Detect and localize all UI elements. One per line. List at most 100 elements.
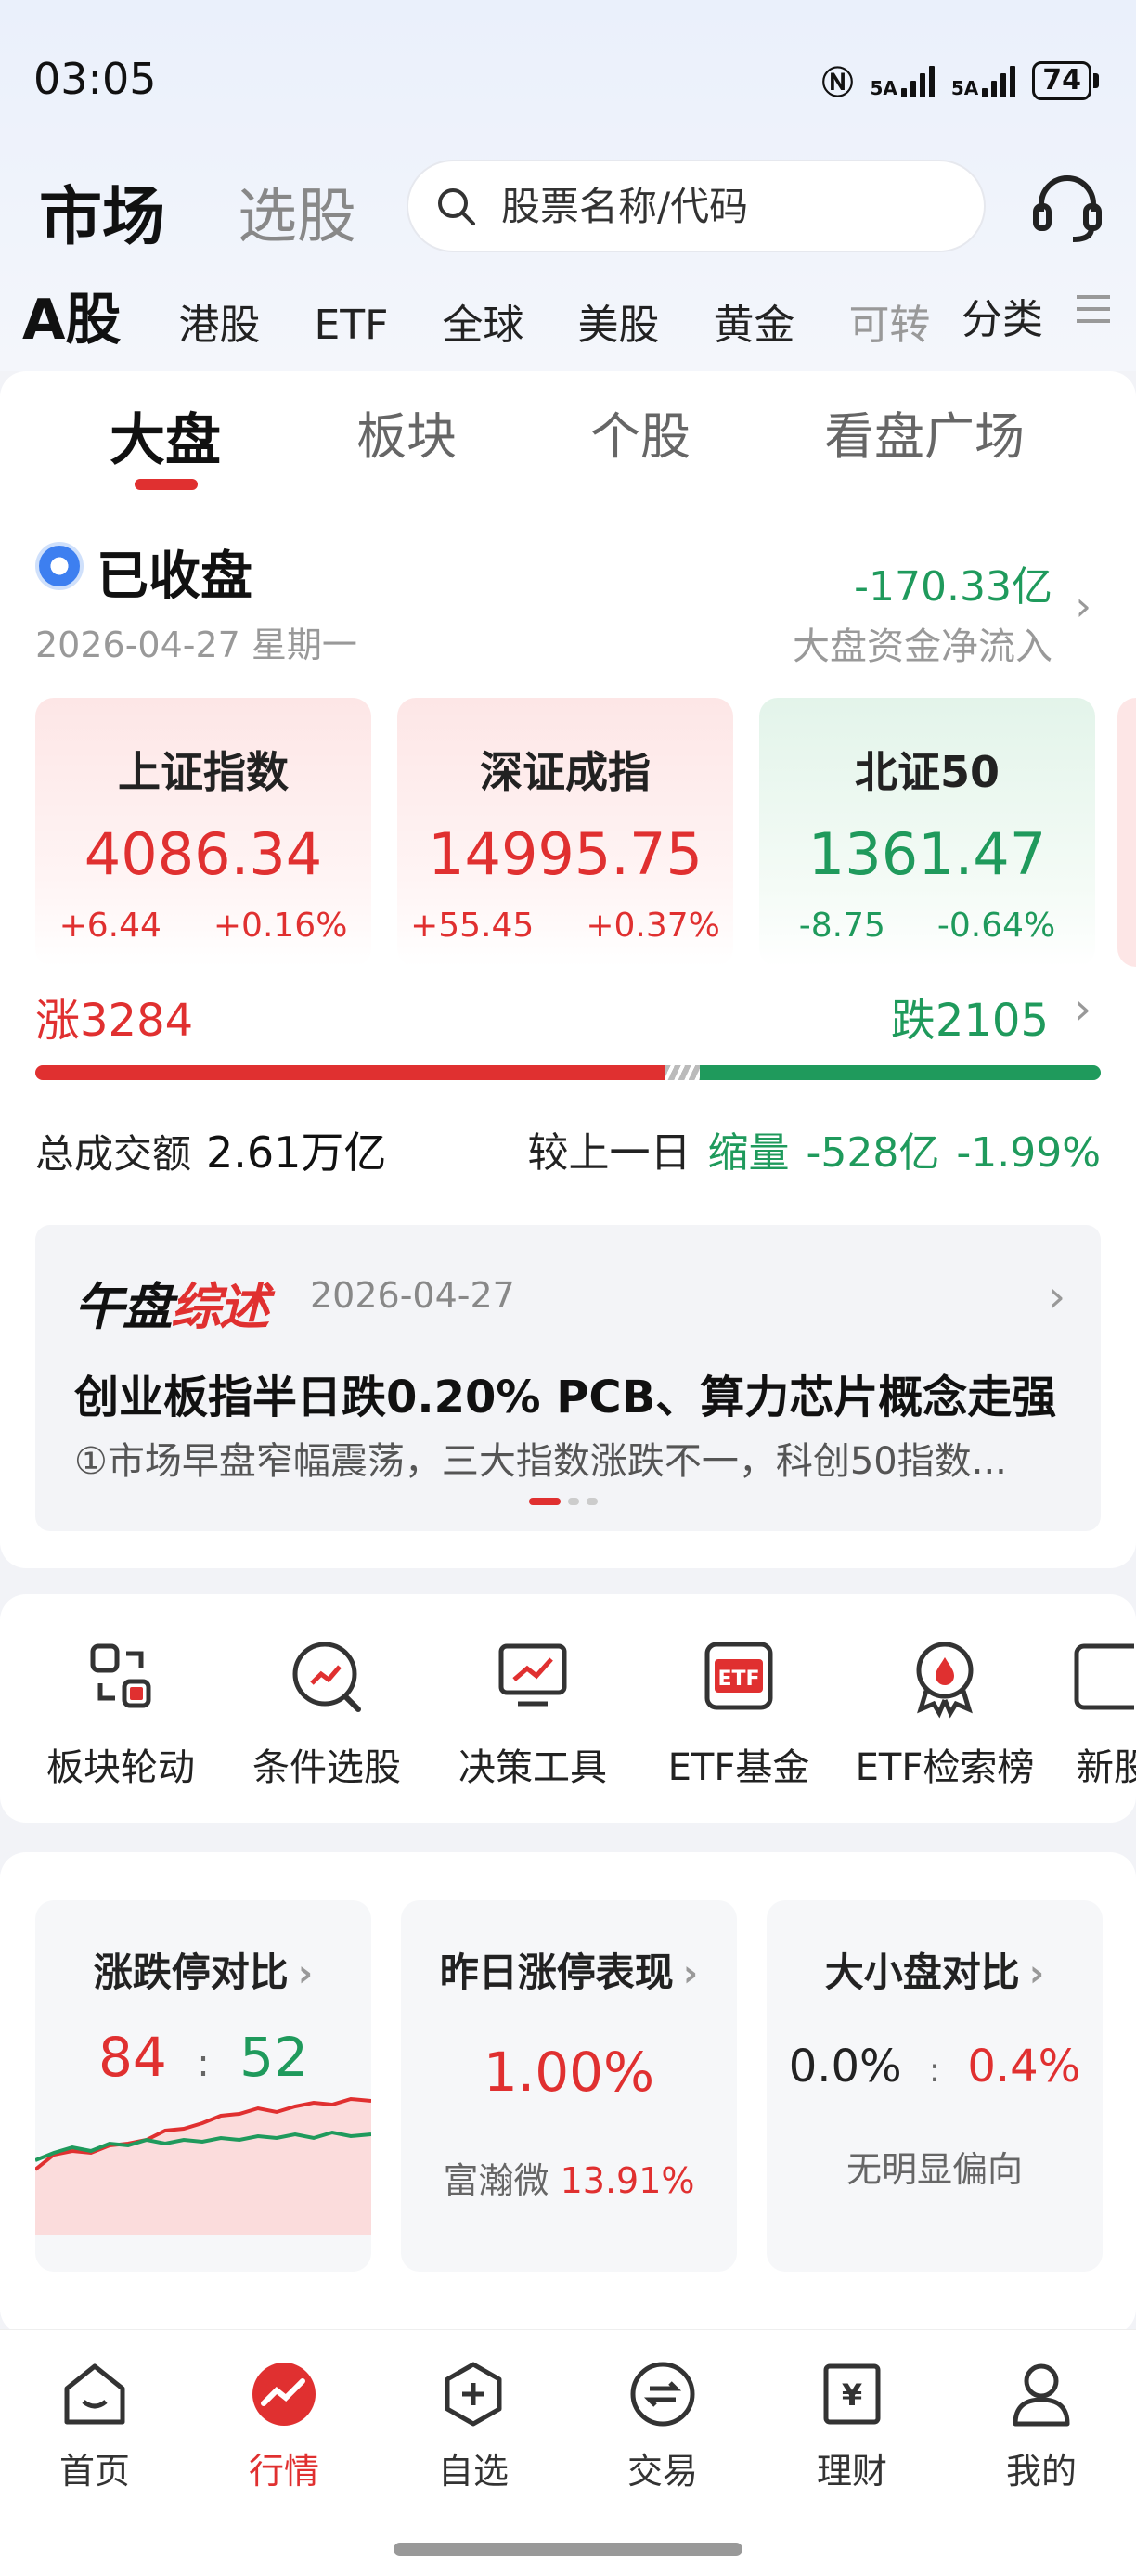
index-card-next-peek[interactable]	[1117, 698, 1136, 967]
nav-label: 首页	[58, 2451, 130, 2492]
news-title[interactable]: 创业板指半日跌0.20% PCB、算力芯片概念走强	[74, 1360, 1056, 1425]
tab-market[interactable]: 市场	[39, 165, 165, 257]
top-stock-pct: 13.91%	[560, 2160, 695, 2201]
news-date: 2026-04-27	[310, 1275, 515, 1316]
tool-label: 决策工具	[458, 1746, 607, 1789]
size-bias-note: 无明显偏向	[846, 2149, 1023, 2190]
battery-icon: 74	[1032, 60, 1091, 100]
turnover-value: 2.61万亿	[206, 1127, 387, 1178]
tool-new-stock[interactable]: 新股	[1049, 1633, 1136, 1791]
market-tab-gold[interactable]: 黄金	[713, 291, 794, 351]
signal-label-2: 5A	[950, 76, 979, 99]
tool-decision[interactable]: 决策工具	[431, 1633, 635, 1791]
new-stock-icon	[1074, 1643, 1134, 1710]
subtab-plaza[interactable]: 看盘广场	[824, 395, 1025, 469]
compare-label: 较上一日	[527, 1129, 691, 1177]
tool-etf-rank[interactable]: ETF检索榜	[843, 1633, 1047, 1791]
subtab-overview[interactable]: 大盘	[110, 395, 221, 476]
wealth-icon: ¥	[823, 2363, 881, 2425]
index-card-shanghai[interactable]: 上证指数 4086.34 +6.44 +0.16%	[35, 698, 371, 967]
etf-icon: ETF	[704, 1642, 773, 1710]
market-tab-hk[interactable]: 港股	[178, 291, 260, 351]
yesterday-limit-card[interactable]: 昨日涨停表现 › 1.00% 富瀚微 13.91%	[401, 1900, 737, 2272]
nfc-icon: Ⓝ	[821, 65, 854, 102]
index-card-shenzhen[interactable]: 深证成指 14995.75 +55.45 +0.37%	[397, 698, 733, 967]
search-input[interactable]	[501, 183, 965, 229]
category-button[interactable]: 分类	[962, 286, 1043, 345]
decliners-count[interactable]: 跌2105	[891, 984, 1049, 1049]
status-time: 03:05	[33, 54, 157, 104]
market-status-label: 已收盘	[97, 547, 252, 607]
nav-label: 行情	[248, 2451, 319, 2492]
market-tab-a-shares[interactable]: A股	[22, 275, 121, 355]
nav-market[interactable]: 行情	[189, 2359, 379, 2493]
signal-label-1: 5A	[870, 76, 897, 99]
ratio-separator: :	[197, 2042, 210, 2085]
chevron-right-icon: ›	[682, 1952, 699, 1995]
yesterday-limit-value: 1.00%	[483, 2041, 655, 2104]
customer-service-icon[interactable]	[1028, 169, 1106, 247]
top-stock-name: 富瀚微	[443, 2160, 549, 2201]
advancers-count: 涨3284	[35, 995, 194, 1047]
home-icon	[64, 2363, 125, 2425]
tool-etf-fund[interactable]: ETF ETF基金	[637, 1633, 841, 1791]
net-flow-label[interactable]: 大盘资金净流入	[793, 616, 1052, 670]
home-indicator[interactable]	[394, 2543, 742, 2556]
signal-icon-2: 5A	[950, 64, 1016, 99]
chevron-right-icon: ›	[297, 1952, 314, 1995]
nav-label: 自选	[437, 2451, 509, 2492]
market-tab-bar: A股 港股 ETF 全球 美股 黄金 可转	[22, 275, 941, 355]
tool-condition-screener[interactable]: 条件选股	[225, 1633, 429, 1791]
chevron-right-icon: ›	[1028, 1952, 1045, 1995]
nav-home[interactable]: 首页	[0, 2359, 189, 2493]
svg-text:ETF: ETF	[717, 1668, 759, 1691]
subtab-sectors[interactable]: 板块	[356, 395, 457, 469]
limit-compare-card[interactable]: 涨跌停对比 › 84 : 52	[35, 1900, 371, 2272]
market-date: 2026-04-27 星期一	[35, 625, 357, 665]
tool-label: 新股	[1077, 1746, 1136, 1789]
small-cap-value: 0.4%	[967, 2041, 1081, 2093]
news-summary[interactable]: ①市场早盘窄幅震荡，三大指数涨跌不一，科创50指数...	[74, 1431, 1058, 1485]
search-icon	[438, 188, 475, 225]
tool-sector-rotation[interactable]: 板块轮动	[19, 1633, 223, 1791]
index-name: 深证成指	[480, 747, 651, 797]
index-name: 北证50	[854, 747, 1000, 797]
large-cap-value: 0.0%	[788, 2041, 902, 2093]
compare-state: 缩量	[707, 1129, 790, 1177]
news-logo-b: 综述	[171, 1278, 269, 1336]
chevron-right-icon[interactable]: ›	[1075, 984, 1091, 1034]
size-compare-card[interactable]: 大小盘对比 › 0.0% : 0.4% 无明显偏向	[767, 1900, 1103, 2272]
signal-icon-1: 5A	[870, 64, 935, 99]
limit-down-count: 52	[239, 2026, 308, 2089]
index-card-beijing50[interactable]: 北证50 1361.47 -8.75 -0.64%	[759, 698, 1095, 967]
index-change: -8.75	[798, 907, 885, 945]
nav-trade[interactable]: 交易	[568, 2359, 757, 2493]
search-box[interactable]	[407, 160, 986, 252]
nav-profile[interactable]: 我的	[947, 2359, 1136, 2493]
decliners-bar	[700, 1065, 1101, 1080]
market-tab-us[interactable]: 美股	[577, 291, 659, 351]
nav-label: 我的	[1005, 2451, 1077, 2492]
mini-title: 昨日涨停表现	[439, 1950, 674, 1995]
compare-value: -528亿	[806, 1129, 940, 1177]
subtab-stocks[interactable]: 个股	[590, 395, 691, 469]
net-flow-value[interactable]: -170.33亿	[854, 553, 1052, 612]
battery-cap	[1093, 72, 1099, 88]
chart-monitor-icon	[498, 1643, 567, 1707]
carousel-dots	[529, 1498, 598, 1505]
menu-icon[interactable]	[1077, 295, 1110, 323]
nav-watchlist[interactable]: 自选	[379, 2359, 568, 2493]
turnover-label: 总成交额	[35, 1131, 192, 1177]
chevron-right-icon[interactable]: ›	[1075, 583, 1091, 630]
tab-stock-picker[interactable]: 选股	[238, 169, 356, 254]
index-change-pct: -0.64%	[936, 907, 1056, 945]
index-value: 14995.75	[428, 820, 703, 888]
market-tab-etf[interactable]: ETF	[314, 302, 388, 349]
trade-icon	[630, 2362, 695, 2427]
market-tab-global[interactable]: 全球	[442, 291, 523, 351]
ratio-separator: :	[928, 2052, 941, 2090]
market-tab-convertible[interactable]: 可转	[848, 291, 930, 351]
nav-label: 交易	[626, 2451, 698, 2492]
chevron-right-icon[interactable]: ›	[1049, 1271, 1065, 1321]
nav-wealth[interactable]: ¥ 理财	[757, 2359, 947, 2493]
